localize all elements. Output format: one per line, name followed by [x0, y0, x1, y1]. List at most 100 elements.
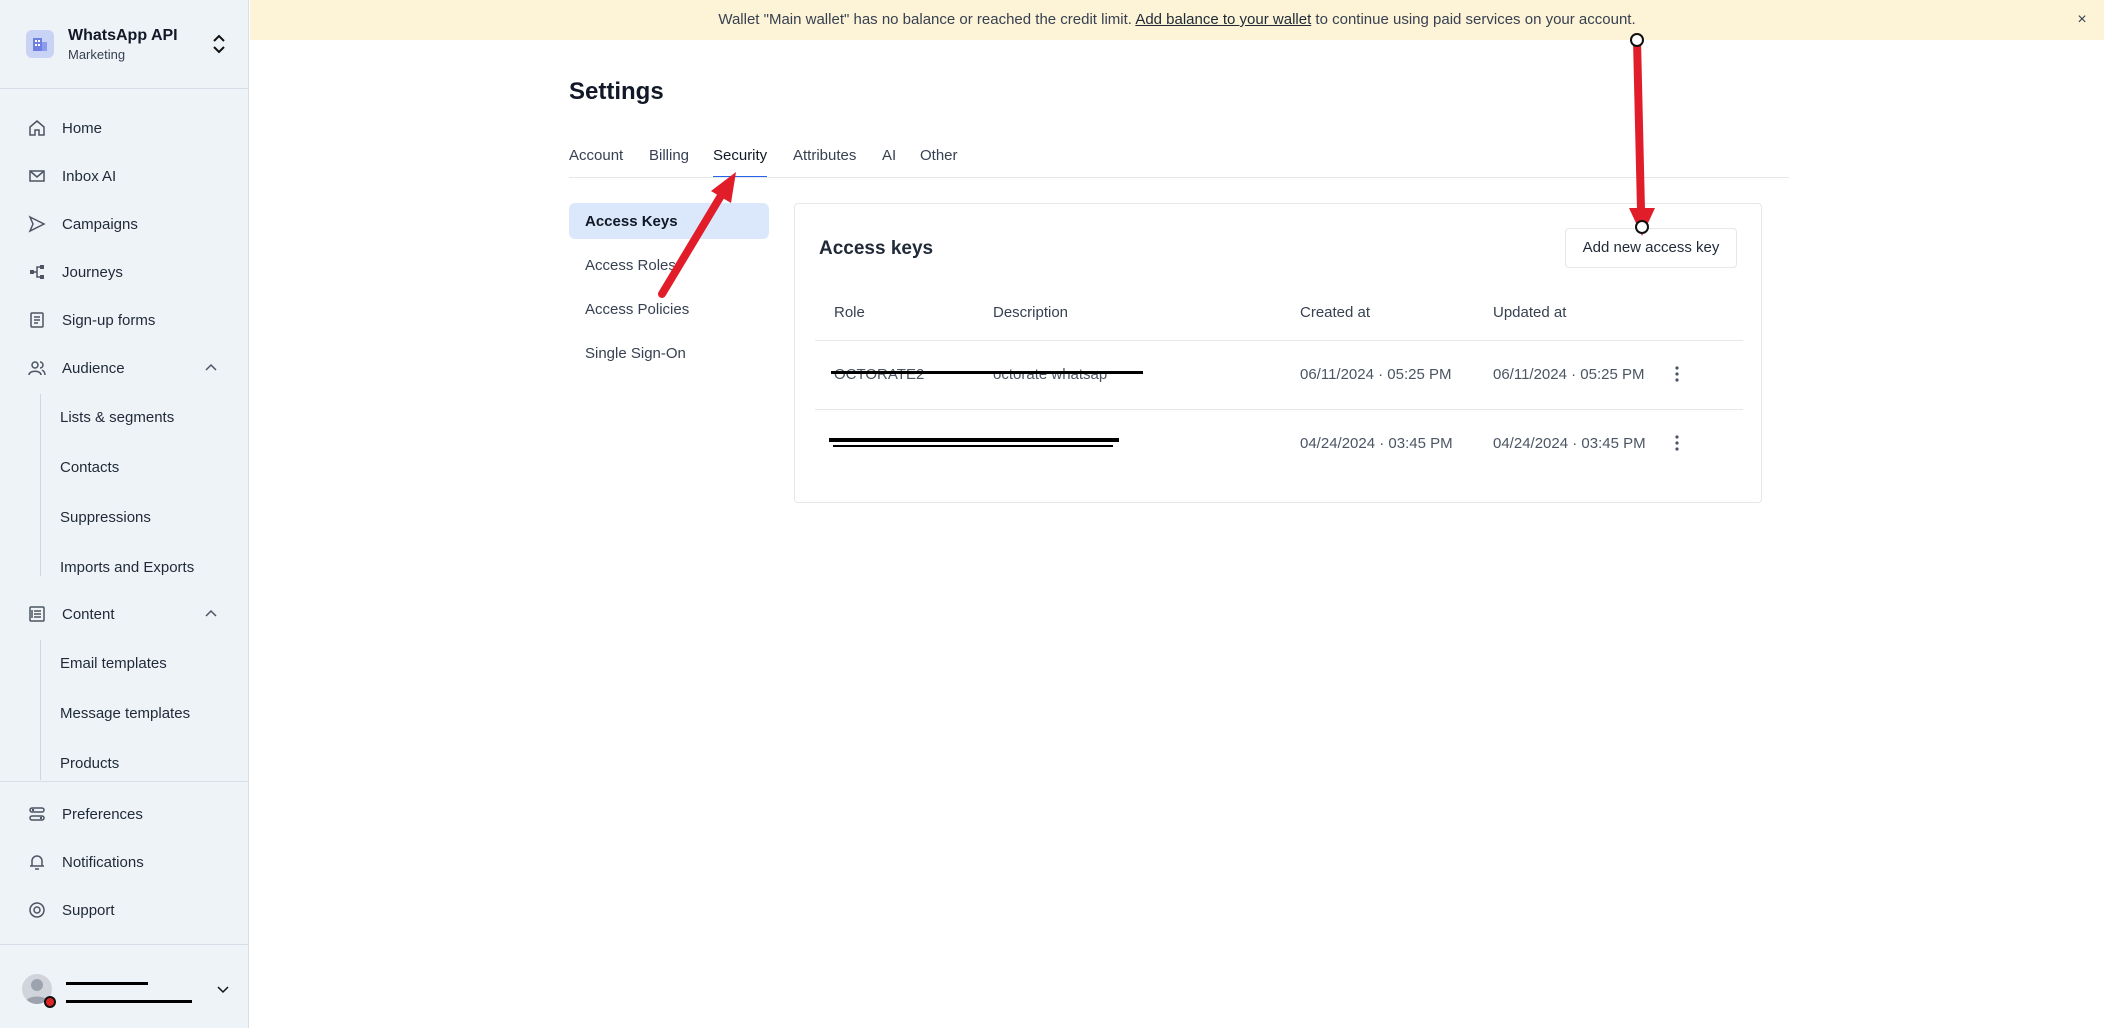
tab-attributes[interactable]: Attributes: [793, 146, 856, 178]
content-icon: [29, 606, 45, 622]
tab-other[interactable]: Other: [920, 146, 958, 178]
sidebar-item-campaigns[interactable]: Campaigns: [0, 204, 249, 244]
sidebar-item-lists-segments[interactable]: Lists & segments: [0, 397, 249, 437]
org-name: WhatsApp API: [68, 27, 178, 44]
redaction-mark: [66, 1000, 192, 1003]
more-options-icon[interactable]: [1667, 433, 1687, 453]
sidebar-item-label: Inbox AI: [62, 168, 117, 185]
cell-created: 04/24/2024 · 03:45 PM: [1300, 435, 1453, 452]
sidebar-item-label: Home: [62, 120, 103, 137]
support-icon: [29, 902, 45, 918]
banner-text: to continue using paid services on your …: [1311, 11, 1636, 28]
more-options-icon[interactable]: [1667, 364, 1687, 384]
subnav-label: Access Roles: [585, 257, 676, 274]
preferences-icon: [29, 807, 45, 821]
tab-security[interactable]: Security: [713, 146, 768, 178]
sidebar-item-preferences[interactable]: Preferences: [0, 794, 249, 834]
sidebar-item-label: Contacts: [60, 459, 120, 476]
row-divider: [815, 340, 1743, 341]
sidebar-item-message-templates[interactable]: Message templates: [0, 693, 249, 733]
sidebar-item-contacts[interactable]: Contacts: [0, 447, 249, 487]
cell-description: octorate whatsap: [993, 366, 1108, 383]
sidebar-item-label: Email templates: [60, 655, 167, 672]
subnav-access-policies[interactable]: Access Policies: [569, 291, 769, 327]
column-header: Updated at: [1493, 304, 1567, 321]
cell-role: OCTORATE2: [834, 366, 925, 383]
page-title: Settings: [569, 78, 664, 105]
tabs-divider: [569, 177, 1789, 178]
status-dot: [44, 996, 56, 1008]
sidebar-item-label: Products: [60, 755, 120, 772]
users-icon: [28, 361, 46, 376]
sidebar-item-label: Content: [62, 606, 115, 623]
bell-icon: [30, 855, 44, 870]
send-icon: [28, 215, 46, 233]
subnav-access-keys[interactable]: Access Keys: [569, 203, 769, 239]
subnav-label: Access Policies: [585, 301, 690, 318]
sidebar-item-products[interactable]: Products: [0, 743, 249, 783]
sidebar-item-label: Audience: [62, 360, 125, 377]
sidebar-item-inbox-ai[interactable]: Inbox AI: [0, 156, 249, 196]
sidebar-item-label: Journeys: [62, 264, 123, 281]
sidebar-item-suppressions[interactable]: Suppressions: [0, 497, 249, 537]
cell-updated: 04/24/2024 · 03:45 PM: [1493, 435, 1646, 452]
subnav-label: Single Sign-On: [585, 345, 686, 362]
sidebar-item-content[interactable]: Content: [0, 594, 249, 634]
home-icon: [29, 120, 45, 136]
sidebar-item-label: Lists & segments: [60, 409, 175, 426]
redaction-mark: [66, 982, 148, 985]
sidebar-item-support[interactable]: Support: [0, 890, 249, 930]
sidebar-item-email-templates[interactable]: Email templates: [0, 643, 249, 683]
tab-account[interactable]: Account: [569, 146, 623, 178]
redaction-mark: [829, 438, 1119, 442]
sidebar-item-label: Support: [62, 902, 115, 919]
sidebar-item-signup-forms[interactable]: Sign-up forms: [0, 300, 249, 340]
sidebar-item-label: Message templates: [60, 705, 191, 722]
chevron-down-icon[interactable]: [216, 982, 230, 996]
sidebar-item-label: Suppressions: [60, 509, 151, 526]
sidebar: WhatsApp API Marketing Home Inbox AI Cam…: [0, 0, 249, 1028]
column-header: Role: [834, 304, 865, 321]
panel-title: Access keys: [819, 238, 934, 259]
subnav-access-roles[interactable]: Access Roles: [569, 247, 769, 283]
flow-icon: [30, 265, 44, 279]
mail-icon: [29, 170, 45, 182]
sidebar-item-journeys[interactable]: Journeys: [0, 252, 249, 292]
sidebar-item-label: Sign-up forms: [62, 312, 156, 329]
user-menu[interactable]: [0, 968, 249, 1028]
sidebar-item-home[interactable]: Home: [0, 108, 249, 148]
org-switcher[interactable]: WhatsApp API Marketing: [0, 0, 249, 89]
cell-updated: 06/11/2024 · 05:25 PM: [1493, 366, 1645, 383]
sidebar-item-label: Campaigns: [62, 216, 138, 233]
cell-created: 06/11/2024 · 05:25 PM: [1300, 366, 1452, 383]
subnav-single-sign-on[interactable]: Single Sign-On: [569, 335, 769, 371]
tab-billing[interactable]: Billing: [649, 146, 689, 178]
redaction-mark: [833, 445, 1113, 447]
sidebar-divider: [0, 944, 249, 945]
org-subtitle: Marketing: [68, 47, 126, 62]
close-icon[interactable]: ×: [2072, 10, 2092, 30]
subnav-label: Access Keys: [585, 213, 678, 230]
form-icon: [30, 312, 44, 328]
banner-text: Wallet "Main wallet" has no balance or r…: [718, 11, 1136, 28]
chevron-up-icon[interactable]: [204, 607, 218, 621]
add-access-key-button[interactable]: Add new access key: [1565, 228, 1737, 268]
sidebar-divider: [0, 781, 249, 782]
tab-ai[interactable]: AI: [882, 146, 896, 178]
sidebar-item-label: Preferences: [62, 806, 143, 823]
sidebar-item-label: Notifications: [62, 854, 144, 871]
row-divider: [815, 409, 1743, 410]
annotation-overlay: [658, 33, 1655, 298]
column-header: Description: [993, 304, 1069, 321]
add-balance-link[interactable]: Add balance to your wallet: [1135, 11, 1311, 28]
sidebar-item-audience[interactable]: Audience: [0, 348, 249, 388]
sidebar-item-imports-exports[interactable]: Imports and Exports: [0, 547, 249, 587]
column-header: Created at: [1300, 304, 1371, 321]
building-icon: [26, 30, 54, 58]
sidebar-item-notifications[interactable]: Notifications: [0, 842, 249, 882]
chevron-up-icon[interactable]: [204, 361, 218, 375]
chevron-updown-icon[interactable]: [210, 32, 228, 56]
sidebar-item-label: Imports and Exports: [60, 559, 195, 576]
wallet-warning-banner: Wallet "Main wallet" has no balance or r…: [250, 0, 2104, 40]
access-keys-panel: Access keys Add new access key Role Desc…: [794, 203, 1762, 503]
